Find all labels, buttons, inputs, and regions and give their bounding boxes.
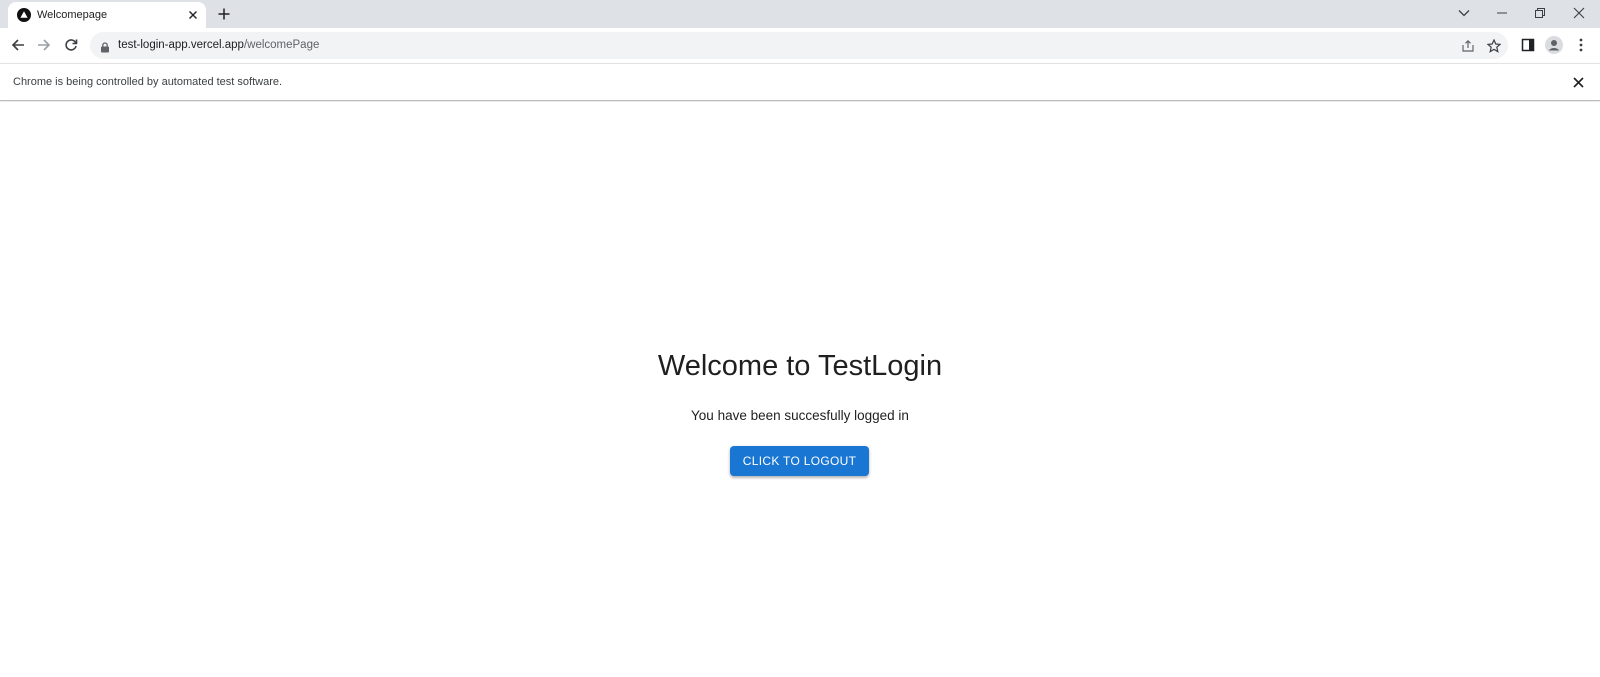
url-text: test-login-app.vercel.app/welcomePage — [118, 39, 319, 51]
address-bar[interactable]: test-login-app.vercel.app/welcomePage — [90, 32, 1508, 59]
lock-icon[interactable] — [100, 40, 110, 53]
arrow-right-icon[interactable] — [35, 36, 53, 54]
page-title: Welcome to TestLogin — [657, 350, 943, 382]
close-infobar-icon[interactable] — [1570, 74, 1586, 90]
automation-infobar: Chrome is being controlled by automated … — [0, 63, 1600, 101]
new-tab-plus-icon[interactable] — [216, 6, 232, 22]
avatar-icon[interactable] — [1545, 36, 1563, 54]
login-success-message: You have been succesfully logged in — [691, 408, 909, 423]
close-window-icon[interactable] — [1568, 3, 1590, 23]
restore-window-icon[interactable] — [1529, 3, 1551, 23]
page-content: Welcome to TestLogin You have been succe… — [0, 102, 1600, 677]
logout-button[interactable]: CLICK TO LOGOUT — [730, 446, 869, 476]
tab-search-chevron-icon[interactable] — [1453, 3, 1475, 23]
vercel-triangle-icon — [17, 8, 31, 22]
browser-tab-active[interactable]: Welcomepage — [8, 2, 206, 28]
url-path: /welcomePage — [243, 39, 320, 51]
reload-icon[interactable] — [62, 36, 80, 54]
tab-strip: Welcomepage — [0, 0, 1600, 28]
browser-toolbar: test-login-app.vercel.app/welcomePage — [0, 28, 1600, 63]
share-icon[interactable] — [1460, 38, 1476, 54]
minimize-icon[interactable] — [1491, 3, 1513, 23]
side-panel-icon[interactable] — [1519, 36, 1537, 54]
url-host: test-login-app.vercel.app — [118, 39, 244, 51]
tab-title: Welcomepage — [37, 9, 108, 21]
close-tab-icon[interactable] — [186, 8, 200, 22]
arrow-left-icon[interactable] — [9, 36, 27, 54]
infobar-message: Chrome is being controlled by automated … — [13, 76, 283, 88]
star-icon[interactable] — [1486, 38, 1502, 54]
kebab-menu-icon[interactable] — [1572, 36, 1590, 54]
